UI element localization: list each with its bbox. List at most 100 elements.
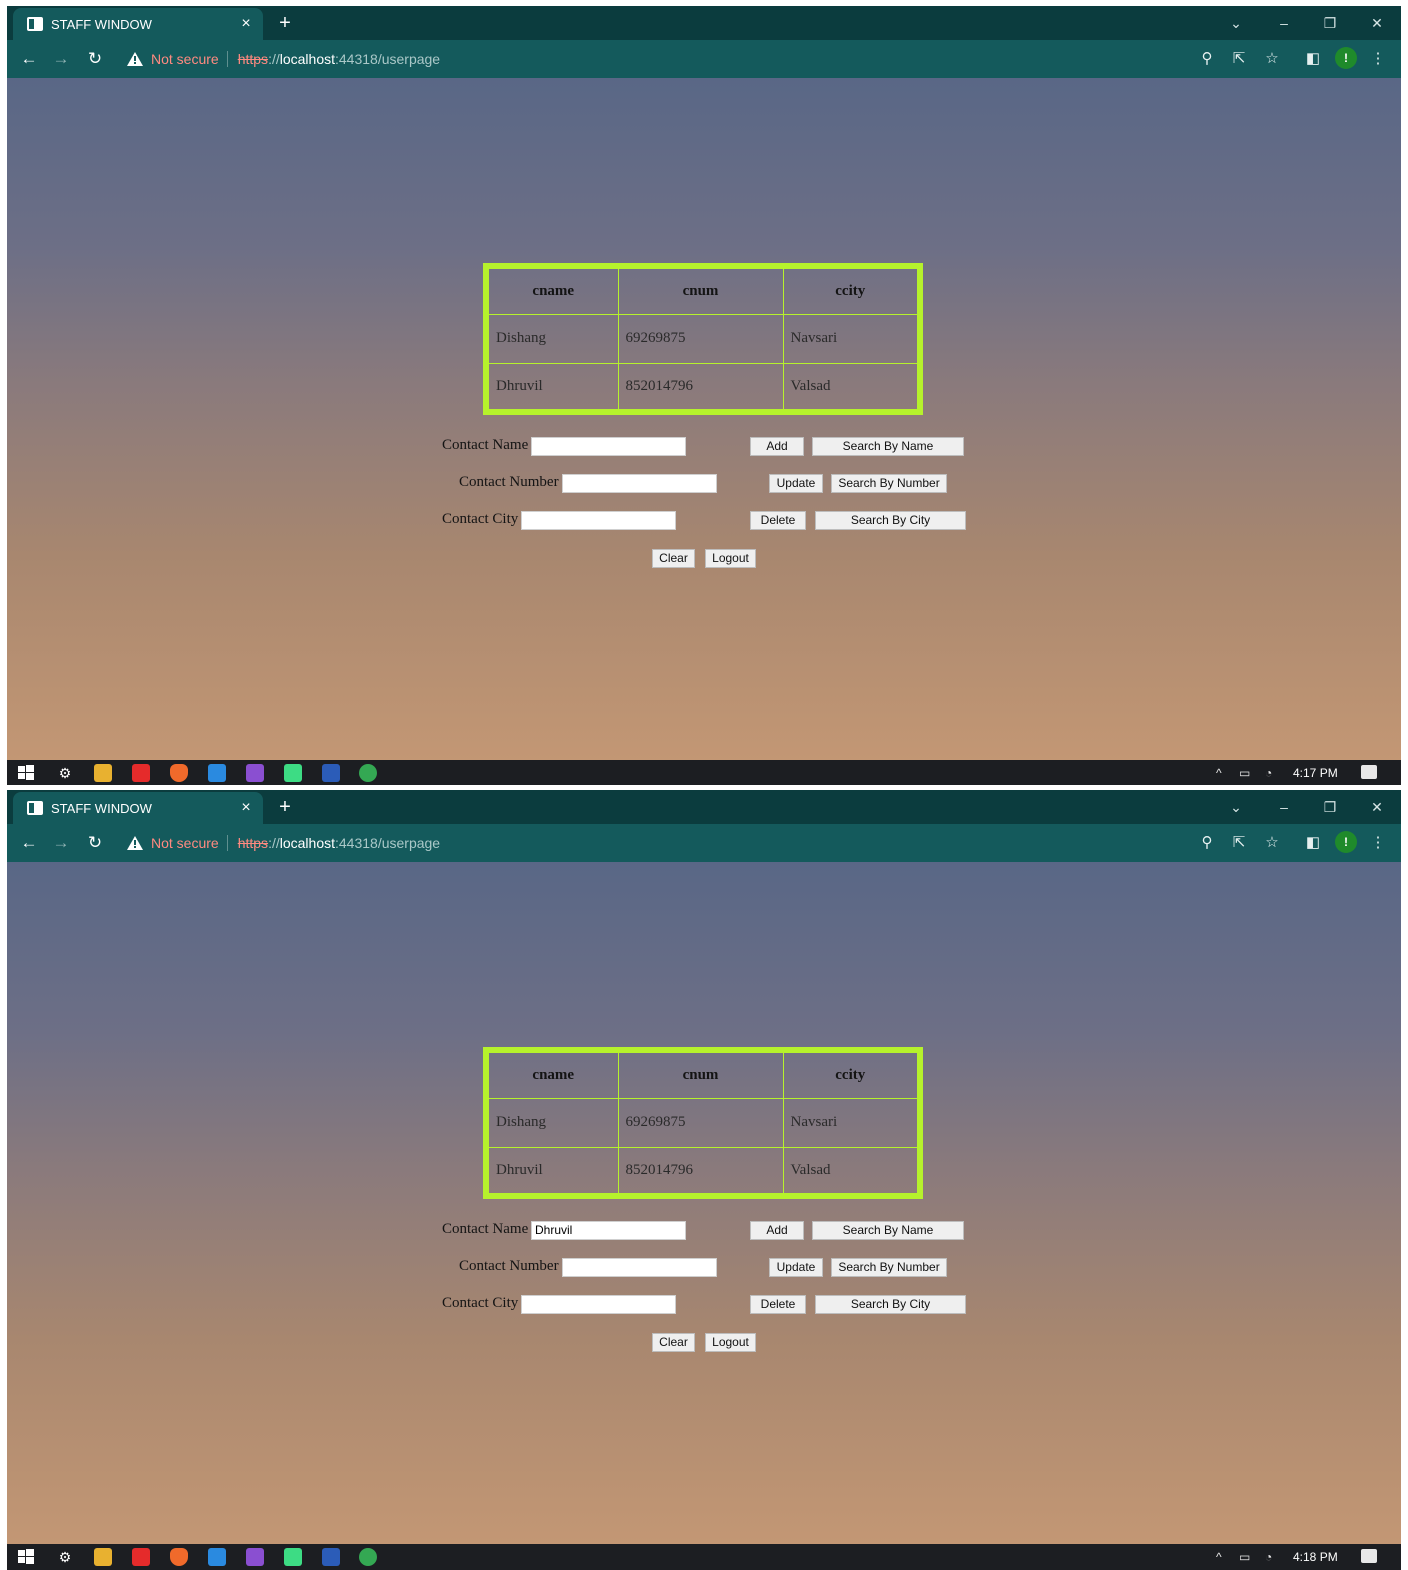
wifi-icon[interactable]: ◔ <box>1265 763 1272 783</box>
extension-icon[interactable]: ! <box>1335 47 1357 69</box>
settings-gear-icon[interactable]: ⚙ <box>56 764 74 782</box>
star-icon[interactable]: ☆ <box>1261 832 1283 854</box>
address-bar[interactable]: Not secure https://localhost:44318/userp… <box>127 834 440 852</box>
chrome-icon[interactable] <box>359 764 377 782</box>
brave-browser-icon[interactable] <box>170 1548 188 1566</box>
browser-tab[interactable]: STAFF WINDOW × <box>13 8 263 40</box>
restore-icon[interactable]: ❐ <box>1315 795 1345 819</box>
sidepanel-icon[interactable]: ◧ <box>1302 48 1324 70</box>
youtube-icon[interactable] <box>132 764 150 782</box>
security-label[interactable]: Not secure <box>151 835 219 851</box>
android-studio-icon[interactable] <box>284 764 302 782</box>
add-button[interactable]: Add <box>750 437 804 456</box>
vscode-icon[interactable] <box>208 1548 226 1566</box>
close-tab-icon[interactable]: × <box>235 797 257 819</box>
file-explorer-icon[interactable] <box>94 1548 112 1566</box>
logout-button[interactable]: Logout <box>705 1333 756 1352</box>
taskbar: ⚙ ^ ▭ ◔ 4:18 PM <box>7 1544 1401 1570</box>
android-studio-icon[interactable] <box>284 1548 302 1566</box>
new-tab-icon[interactable]: + <box>273 795 297 819</box>
zoom-icon[interactable]: ⚲ <box>1196 832 1218 854</box>
chrome-icon[interactable] <box>359 1548 377 1566</box>
search-by-city-button[interactable]: Search By City <box>815 511 966 530</box>
warning-icon <box>127 52 143 66</box>
forward-arrow-icon[interactable]: → <box>49 831 73 855</box>
windows-start-icon[interactable] <box>17 764 35 782</box>
word-icon[interactable] <box>322 764 340 782</box>
clear-button[interactable]: Clear <box>652 549 695 568</box>
close-window-icon[interactable]: ✕ <box>1362 11 1392 35</box>
contact-number-input[interactable] <box>562 1258 717 1277</box>
table-cell: Dishang <box>485 1098 619 1148</box>
tab-search-icon[interactable]: ⌄ <box>1221 795 1251 819</box>
search-by-name-button[interactable]: Search By Name <box>812 1221 964 1240</box>
restore-icon[interactable]: ❐ <box>1315 11 1345 35</box>
tab-search-icon[interactable]: ⌄ <box>1221 11 1251 35</box>
minimize-icon[interactable]: – <box>1269 795 1299 819</box>
settings-gear-icon[interactable]: ⚙ <box>56 1548 74 1566</box>
delete-button[interactable]: Delete <box>750 1295 806 1314</box>
reload-icon[interactable]: ↻ <box>83 47 107 71</box>
search-by-city-button[interactable]: Search By City <box>815 1295 966 1314</box>
sidepanel-icon[interactable]: ◧ <box>1302 832 1324 854</box>
security-label[interactable]: Not secure <box>151 51 219 67</box>
delete-button[interactable]: Delete <box>750 511 806 530</box>
battery-icon[interactable]: ▭ <box>1239 1547 1250 1567</box>
zoom-icon[interactable]: ⚲ <box>1196 48 1218 70</box>
table-cell: 852014796 <box>617 1146 784 1197</box>
minimize-icon[interactable]: – <box>1269 11 1299 35</box>
visual-studio-icon[interactable] <box>246 1548 264 1566</box>
vscode-icon[interactable] <box>208 764 226 782</box>
taskbar-clock[interactable]: 4:17 PM <box>1293 763 1338 783</box>
tray-chevron-icon[interactable]: ^ <box>1216 1547 1222 1567</box>
clear-button[interactable]: Clear <box>652 1333 695 1352</box>
search-by-number-button[interactable]: Search By Number <box>831 474 947 493</box>
wifi-icon[interactable]: ◔ <box>1265 1547 1272 1567</box>
close-tab-icon[interactable]: × <box>235 13 257 35</box>
back-arrow-icon[interactable]: ← <box>17 47 41 71</box>
search-by-name-button[interactable]: Search By Name <box>812 437 964 456</box>
logout-button[interactable]: Logout <box>705 549 756 568</box>
contact-city-input[interactable] <box>521 1295 676 1314</box>
file-explorer-icon[interactable] <box>94 764 112 782</box>
star-icon[interactable]: ☆ <box>1261 48 1283 70</box>
tab-title: STAFF WINDOW <box>51 801 152 816</box>
url-text[interactable]: https://localhost:44318/userpage <box>238 835 440 851</box>
youtube-icon[interactable] <box>132 1548 150 1566</box>
column-header: cnum <box>617 265 784 316</box>
notification-icon[interactable] <box>1361 765 1377 779</box>
url-text[interactable]: https://localhost:44318/userpage <box>238 51 440 67</box>
menu-icon[interactable]: ⋮ <box>1367 832 1389 854</box>
forward-arrow-icon[interactable]: → <box>49 47 73 71</box>
new-tab-icon[interactable]: + <box>273 11 297 35</box>
page-viewport: cname cnum ccity Dishang 69269875 Navsar… <box>7 78 1401 760</box>
table-cell: Dishang <box>485 314 619 364</box>
update-button[interactable]: Update <box>769 1258 823 1277</box>
browser-tab[interactable]: STAFF WINDOW × <box>13 792 263 824</box>
close-window-icon[interactable]: ✕ <box>1362 795 1392 819</box>
reload-icon[interactable]: ↻ <box>83 831 107 855</box>
word-icon[interactable] <box>322 1548 340 1566</box>
tray-chevron-icon[interactable]: ^ <box>1216 763 1222 783</box>
table-cell: 852014796 <box>617 362 784 413</box>
contact-name-input[interactable]: Dhruvil <box>531 1221 686 1240</box>
add-button[interactable]: Add <box>750 1221 804 1240</box>
contacts-table: cname cnum ccity Dishang 69269875 Navsar… <box>483 1047 923 1199</box>
brave-browser-icon[interactable] <box>170 764 188 782</box>
visual-studio-icon[interactable] <box>246 764 264 782</box>
share-icon[interactable]: ⇱ <box>1228 48 1250 70</box>
menu-icon[interactable]: ⋮ <box>1367 48 1389 70</box>
address-bar[interactable]: Not secure https://localhost:44318/userp… <box>127 50 440 68</box>
notification-icon[interactable] <box>1361 1549 1377 1563</box>
back-arrow-icon[interactable]: ← <box>17 831 41 855</box>
taskbar-clock[interactable]: 4:18 PM <box>1293 1547 1338 1567</box>
contact-name-input[interactable] <box>531 437 686 456</box>
search-by-number-button[interactable]: Search By Number <box>831 1258 947 1277</box>
extension-icon[interactable]: ! <box>1335 831 1357 853</box>
battery-icon[interactable]: ▭ <box>1239 763 1250 783</box>
share-icon[interactable]: ⇱ <box>1228 832 1250 854</box>
contact-city-input[interactable] <box>521 511 676 530</box>
update-button[interactable]: Update <box>769 474 823 493</box>
windows-start-icon[interactable] <box>17 1548 35 1566</box>
contact-number-input[interactable] <box>562 474 717 493</box>
